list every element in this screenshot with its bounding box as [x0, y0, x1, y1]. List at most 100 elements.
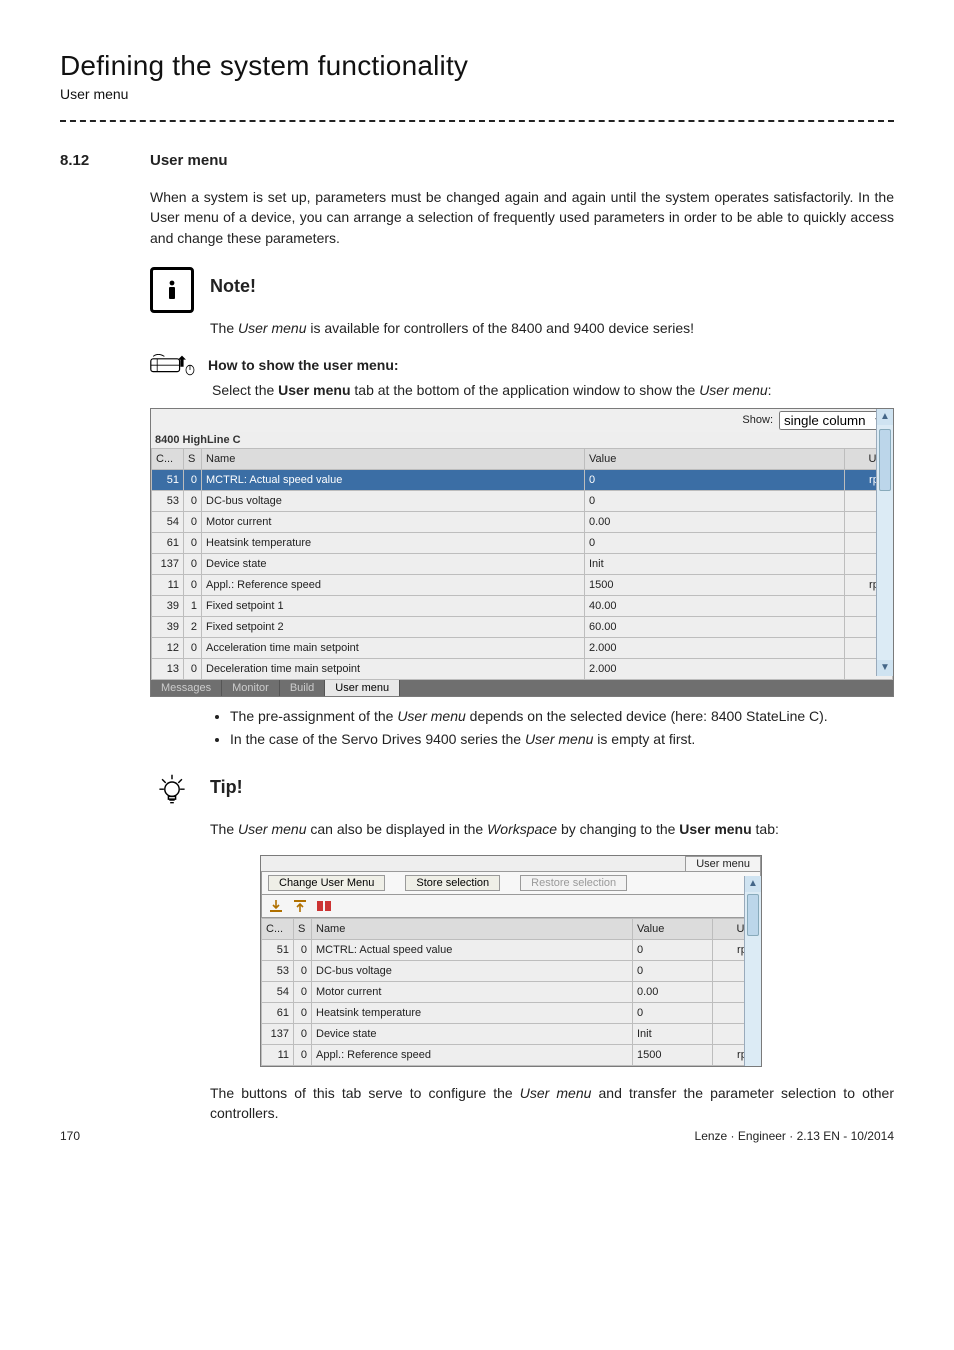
store-selection-button[interactable]: Store selection [405, 875, 500, 891]
page-number: 170 [60, 1129, 80, 1143]
tip-em1: User menu [238, 821, 306, 837]
howto-text-em: User menu [699, 382, 767, 398]
upload-icon[interactable] [292, 898, 308, 914]
compare-icon[interactable] [316, 898, 332, 914]
show-dropdown[interactable]: single column [779, 411, 889, 430]
tip-after-paragraph: The buttons of this tab serve to configu… [210, 1083, 894, 1124]
tab-monitor[interactable]: Monitor [222, 680, 280, 696]
table-cell: 1500 [633, 1044, 713, 1065]
scroll-up-icon[interactable]: ▲ [745, 876, 761, 892]
b1-pre: The pre-assignment of the [230, 708, 397, 724]
note-label: Note! [210, 276, 256, 297]
scroll-thumb[interactable] [747, 894, 759, 936]
table-cell: 53 [152, 490, 184, 511]
table-cell: Fixed setpoint 1 [202, 595, 585, 616]
table-row[interactable]: 610Heatsink temperature0°C [152, 532, 893, 553]
table-cell: Appl.: Reference speed [312, 1044, 633, 1065]
table-cell: 39 [152, 595, 184, 616]
table-row[interactable]: 610Heatsink temperature0°C [262, 1002, 761, 1023]
tab-messages[interactable]: Messages [151, 680, 222, 696]
table-cell: DC-bus voltage [202, 490, 585, 511]
change-user-menu-button[interactable]: Change User Menu [268, 875, 385, 891]
scroll-up-icon[interactable]: ▲ [877, 409, 893, 425]
table-row[interactable]: 1370Device stateInit [262, 1023, 761, 1044]
b1-em: User menu [397, 708, 465, 724]
intro-paragraph: When a system is set up, parameters must… [150, 187, 894, 248]
col-c[interactable]: C... [152, 448, 184, 469]
table-cell: Motor current [312, 981, 633, 1002]
table-row[interactable]: 530DC-bus voltage0V [262, 960, 761, 981]
download-icon[interactable] [268, 898, 284, 914]
table-row[interactable]: 120Acceleration time main setpoint2.000s [152, 637, 893, 658]
table-row[interactable]: 110Appl.: Reference speed1500rpm [262, 1044, 761, 1065]
restore-selection-button[interactable]: Restore selection [520, 875, 627, 891]
table-cell: 60.00 [585, 616, 845, 637]
intro-text: When a system is set up, parameters must… [150, 189, 894, 246]
table-cell: MCTRL: Actual speed value [312, 939, 633, 960]
b2-post: is empty at first. [593, 731, 695, 747]
howto-title: How to show the user menu: [208, 357, 399, 373]
col-name[interactable]: Name [202, 448, 585, 469]
table-cell: Init [633, 1023, 713, 1044]
table-cell: 39 [152, 616, 184, 637]
howto-body: Select the User menu tab at the bottom o… [212, 382, 894, 398]
tip-after-em: User menu [520, 1085, 592, 1101]
tab-user-menu[interactable]: User menu [325, 680, 400, 696]
scrollbar[interactable]: ▲ [744, 876, 761, 1066]
howto-text-bold: User menu [278, 382, 350, 398]
table-row[interactable]: 510MCTRL: Actual speed value0rpm [262, 939, 761, 960]
table-cell: 2.000 [585, 658, 845, 679]
table-cell: Motor current [202, 511, 585, 532]
col-s[interactable]: S [184, 448, 202, 469]
table-row[interactable]: 540Motor current0.00A [262, 981, 761, 1002]
scroll-thumb[interactable] [879, 429, 891, 491]
table-cell: Appl.: Reference speed [202, 574, 585, 595]
table-cell: 0 [184, 574, 202, 595]
table-cell: Init [585, 553, 845, 574]
col-value[interactable]: Value [633, 918, 713, 939]
table-row[interactable]: 391Fixed setpoint 140.00% [152, 595, 893, 616]
workspace-param-table: C... S Name Value Unit 510MCTRL: Actual … [261, 918, 761, 1066]
table-row[interactable]: 130Deceleration time main setpoint2.000s [152, 658, 893, 679]
howto-text-pre: Select the [212, 382, 278, 398]
bottom-tabstrip: Messages Monitor Build User menu [151, 680, 893, 696]
tab-build[interactable]: Build [280, 680, 325, 696]
list-item: In the case of the Servo Drives 9400 ser… [230, 730, 894, 749]
table-row[interactable]: 1370Device stateInit [152, 553, 893, 574]
table-cell: Deceleration time main setpoint [202, 658, 585, 679]
table-cell: 1 [184, 595, 202, 616]
tip-em2: Workspace [487, 821, 557, 837]
table-cell: DC-bus voltage [312, 960, 633, 981]
tip-mid2: by changing to the [557, 821, 679, 837]
table-row[interactable]: 392Fixed setpoint 260.00% [152, 616, 893, 637]
table-cell: 0 [633, 939, 713, 960]
table-header-row: C... S Name Value Unit [152, 448, 893, 469]
b2-pre: In the case of the Servo Drives 9400 ser… [230, 731, 525, 747]
col-c[interactable]: C... [262, 918, 294, 939]
scrollbar[interactable]: ▲ ▼ [876, 409, 893, 676]
chapter-subtitle: User menu [60, 86, 894, 102]
b1-post: depends on the selected device (here: 84… [466, 708, 828, 724]
table-row[interactable]: 510MCTRL: Actual speed value0rpm [152, 469, 893, 490]
table-row[interactable]: 530DC-bus voltage0V [152, 490, 893, 511]
table-cell: 0 [633, 1002, 713, 1023]
howto-heading: How to show the user menu: [150, 354, 894, 376]
scroll-down-icon[interactable]: ▼ [877, 660, 893, 676]
table-cell: 2 [184, 616, 202, 637]
table-cell: 0 [633, 960, 713, 981]
table-cell: 54 [262, 981, 294, 1002]
table-cell: 53 [262, 960, 294, 981]
table-cell: 0 [294, 1023, 312, 1044]
col-s[interactable]: S [294, 918, 312, 939]
table-cell: 11 [152, 574, 184, 595]
table-row[interactable]: 110Appl.: Reference speed1500rpm [152, 574, 893, 595]
table-row[interactable]: 540Motor current0.00A [152, 511, 893, 532]
workspace-tab-user-menu[interactable]: User menu [685, 856, 761, 871]
device-title: 8400 HighLine C [151, 432, 893, 448]
table-cell: MCTRL: Actual speed value [202, 469, 585, 490]
table-cell: 1500 [585, 574, 845, 595]
workspace-icon-row [261, 895, 761, 918]
col-value[interactable]: Value [585, 448, 845, 469]
col-name[interactable]: Name [312, 918, 633, 939]
tip-callout: Tip! [150, 769, 894, 813]
